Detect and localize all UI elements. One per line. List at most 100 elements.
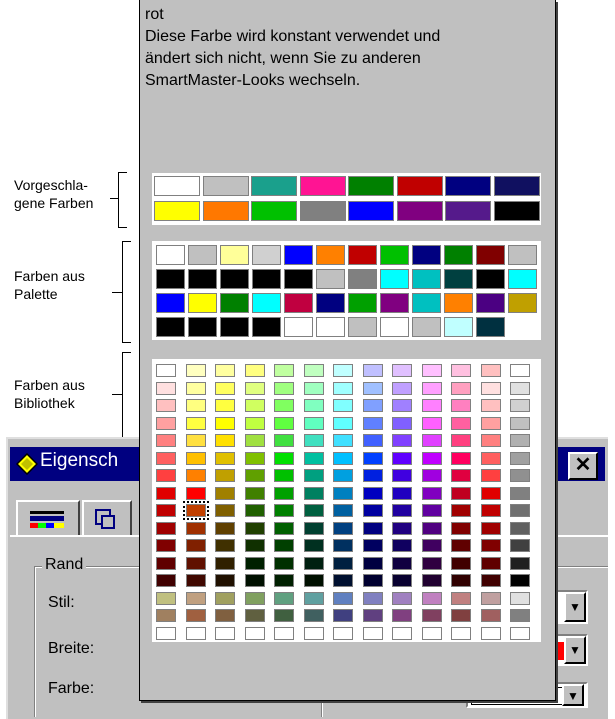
library-color-swatch[interactable] xyxy=(156,504,176,517)
library-color-swatch[interactable] xyxy=(215,626,235,640)
palette-color-swatch[interactable] xyxy=(412,317,441,337)
library-color-swatch[interactable] xyxy=(156,521,176,535)
palette-color-swatch[interactable] xyxy=(380,245,409,265)
suggested-color-swatch[interactable] xyxy=(445,201,491,221)
library-color-swatch[interactable] xyxy=(185,574,206,587)
background-dropdown-arrow[interactable]: ▼ xyxy=(562,684,584,706)
library-color-swatch[interactable] xyxy=(480,451,501,465)
library-color-swatch[interactable] xyxy=(333,381,353,395)
library-color-swatch[interactable] xyxy=(392,399,412,412)
library-color-swatch[interactable] xyxy=(392,416,412,430)
library-color-swatch[interactable] xyxy=(156,626,176,640)
library-color-swatch[interactable] xyxy=(156,434,176,447)
library-color-swatch[interactable] xyxy=(392,521,412,535)
library-color-swatch[interactable] xyxy=(451,626,471,640)
library-color-swatch[interactable] xyxy=(244,539,265,552)
selected-color-swatch[interactable] xyxy=(182,501,209,520)
library-color-swatch[interactable] xyxy=(185,626,206,640)
library-color-swatch[interactable] xyxy=(185,609,206,622)
library-color-swatch[interactable] xyxy=(333,399,353,412)
library-color-swatch[interactable] xyxy=(333,556,353,570)
palette-color-swatch[interactable] xyxy=(156,293,185,313)
library-color-swatch[interactable] xyxy=(510,399,530,412)
library-color-swatch[interactable] xyxy=(392,364,412,377)
library-color-swatch[interactable] xyxy=(156,364,176,377)
library-color-swatch[interactable] xyxy=(215,539,235,552)
library-color-swatch[interactable] xyxy=(451,451,471,465)
library-color-swatch[interactable] xyxy=(451,486,471,500)
library-color-swatch[interactable] xyxy=(392,381,412,395)
palette-color-swatch[interactable] xyxy=(252,269,281,289)
library-color-swatch[interactable] xyxy=(421,364,442,377)
palette-color-swatch[interactable] xyxy=(508,293,537,313)
library-color-swatch[interactable] xyxy=(185,591,206,605)
library-color-swatch[interactable] xyxy=(244,364,265,377)
palette-color-swatch[interactable] xyxy=(316,317,345,337)
library-color-swatch[interactable] xyxy=(480,416,501,430)
library-color-swatch[interactable] xyxy=(362,539,383,552)
library-color-swatch[interactable] xyxy=(362,416,383,430)
library-color-swatch[interactable] xyxy=(303,574,324,587)
library-color-swatch[interactable] xyxy=(362,574,383,587)
library-color-swatch[interactable] xyxy=(480,591,501,605)
library-color-swatch[interactable] xyxy=(156,539,176,552)
library-color-swatch[interactable] xyxy=(480,381,501,395)
palette-color-swatch[interactable] xyxy=(508,269,537,289)
palette-color-swatch[interactable] xyxy=(508,245,537,265)
library-color-swatch[interactable] xyxy=(333,364,353,377)
palette-color-swatch[interactable] xyxy=(444,245,473,265)
palette-color-swatch[interactable] xyxy=(220,293,249,313)
suggested-color-swatch[interactable] xyxy=(445,176,491,196)
library-color-swatch[interactable] xyxy=(215,556,235,570)
library-color-swatch[interactable] xyxy=(421,486,442,500)
suggested-color-swatch[interactable] xyxy=(299,201,346,221)
library-color-swatch[interactable] xyxy=(333,486,353,500)
library-color-swatch[interactable] xyxy=(303,364,324,377)
library-color-swatch[interactable] xyxy=(333,469,353,482)
library-color-swatch[interactable] xyxy=(451,574,471,587)
library-color-swatch[interactable] xyxy=(362,556,383,570)
palette-color-swatch[interactable] xyxy=(348,269,377,289)
library-color-swatch[interactable] xyxy=(274,521,294,535)
library-color-swatch[interactable] xyxy=(215,591,235,605)
library-color-swatch[interactable] xyxy=(510,609,530,622)
library-color-swatch[interactable] xyxy=(362,364,383,377)
library-color-swatch[interactable] xyxy=(480,626,501,640)
palette-color-swatch[interactable] xyxy=(476,245,505,265)
library-color-swatch[interactable] xyxy=(451,591,471,605)
library-color-swatch[interactable] xyxy=(244,381,265,395)
library-color-swatch[interactable] xyxy=(392,504,412,517)
width-dropdown-arrow[interactable]: ▼ xyxy=(564,636,586,664)
library-color-swatch[interactable] xyxy=(421,381,442,395)
library-color-swatch[interactable] xyxy=(480,364,501,377)
suggested-color-swatch[interactable] xyxy=(493,176,540,196)
library-color-swatch[interactable] xyxy=(333,434,353,447)
library-color-swatch[interactable] xyxy=(451,399,471,412)
palette-color-swatch[interactable] xyxy=(156,317,185,337)
library-color-swatch[interactable] xyxy=(185,486,206,500)
library-color-swatch[interactable] xyxy=(421,451,442,465)
library-color-swatch[interactable] xyxy=(244,451,265,465)
library-color-swatch[interactable] xyxy=(451,364,471,377)
suggested-color-swatch[interactable] xyxy=(202,176,249,196)
library-color-swatch[interactable] xyxy=(333,539,353,552)
library-color-swatch[interactable] xyxy=(421,539,442,552)
library-color-swatch[interactable] xyxy=(244,416,265,430)
library-color-swatch[interactable] xyxy=(185,451,206,465)
library-color-swatch[interactable] xyxy=(244,434,265,447)
library-color-swatch[interactable] xyxy=(274,399,294,412)
library-color-swatch[interactable] xyxy=(392,451,412,465)
palette-color-swatch[interactable] xyxy=(188,245,217,265)
library-color-swatch[interactable] xyxy=(362,591,383,605)
library-color-swatch[interactable] xyxy=(244,574,265,587)
palette-color-swatch[interactable] xyxy=(444,293,473,313)
library-color-swatch[interactable] xyxy=(510,574,530,587)
palette-color-swatch[interactable] xyxy=(412,293,441,313)
library-color-swatch[interactable] xyxy=(156,556,176,570)
library-color-swatch[interactable] xyxy=(451,504,471,517)
library-color-swatch[interactable] xyxy=(510,364,530,377)
palette-color-swatch[interactable] xyxy=(348,245,377,265)
library-color-swatch[interactable] xyxy=(244,626,265,640)
library-color-swatch[interactable] xyxy=(451,556,471,570)
suggested-color-swatch[interactable] xyxy=(202,201,249,221)
